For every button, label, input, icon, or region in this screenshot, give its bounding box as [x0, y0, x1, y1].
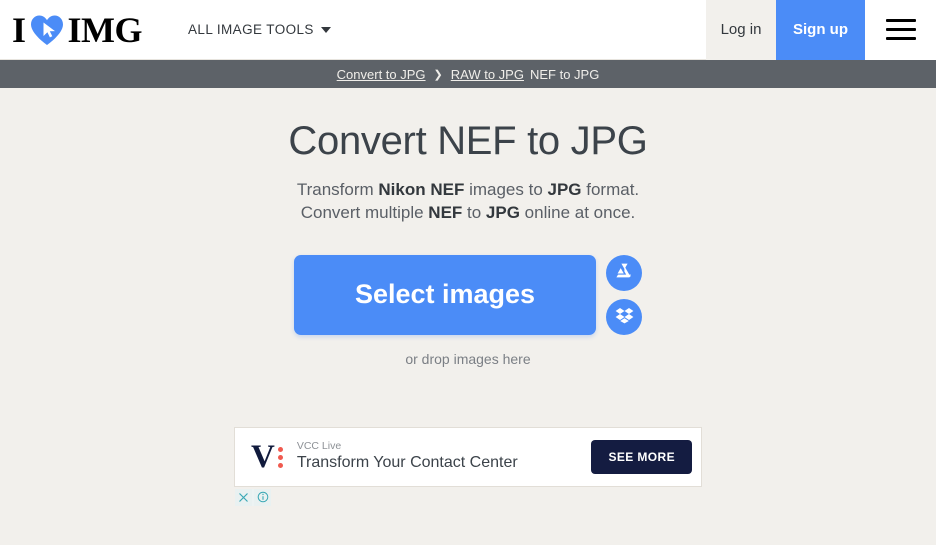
all-image-tools-label: ALL IMAGE TOOLS — [188, 22, 314, 37]
hamburger-menu-icon[interactable] — [865, 0, 936, 60]
google-drive-icon — [615, 263, 634, 283]
ad-headline: Transform Your Contact Center — [296, 454, 518, 472]
breadcrumb-item-raw-to-jpg[interactable]: RAW to JPG — [451, 67, 524, 82]
breadcrumb-separator-icon: ❯ — [433, 68, 443, 81]
burger-bar — [885, 19, 916, 22]
subtitle-l2-strong1: NEF — [428, 202, 463, 222]
ad-logo-dots — [277, 443, 283, 468]
subtitle-l1-part2: images to — [464, 180, 548, 199]
breadcrumb-item-nef-to-jpg: NEF to JPG — [529, 66, 600, 82]
drop-images-hint: or drop images here — [405, 350, 531, 367]
ad-brand-name: VCC Live — [296, 439, 342, 452]
site-header: I IMG ALL IMAGE TOOLS Log in Sign up — [0, 0, 936, 60]
burger-bar — [885, 28, 916, 31]
cloud-upload-buttons — [606, 254, 642, 335]
burger-bar — [885, 37, 916, 40]
signup-button[interactable]: Sign up — [776, 0, 865, 60]
upload-area: Select images — [0, 254, 936, 335]
subtitle-l1-part3: format. — [581, 180, 640, 199]
select-images-button[interactable]: Select images — [294, 254, 596, 335]
google-drive-upload-button[interactable] — [606, 254, 642, 291]
subtitle-l2-part1: Convert multiple — [300, 202, 429, 222]
ad-logo-dot — [277, 462, 283, 468]
page-title: Convert NEF to JPG — [288, 119, 648, 163]
logo-text-left: I — [12, 9, 26, 50]
subtitle-l2-part2: to — [462, 202, 486, 222]
chevron-down-icon — [320, 26, 331, 33]
advertisement-container: V VCC Live Transform Your Contact Center… — [0, 426, 936, 506]
all-image-tools-menu[interactable]: ALL IMAGE TOOLS — [186, 0, 333, 60]
header-actions: Log in Sign up — [706, 0, 936, 60]
logo-home-link[interactable]: I IMG — [12, 0, 143, 60]
main-content: Convert NEF to JPG Transform Nikon NEF i… — [0, 88, 936, 506]
subtitle-l1-part1: Transform — [296, 180, 379, 199]
heart-cursor-icon — [30, 14, 64, 46]
ad-logo-dot — [277, 454, 283, 460]
ad-logo-letter: V — [251, 438, 275, 475]
breadcrumb-item-convert-to-jpg[interactable]: Convert to JPG — [337, 67, 426, 82]
page-subtitle: Transform Nikon NEF images to JPG format… — [0, 179, 936, 225]
logo-text-right: IMG — [67, 9, 143, 50]
subtitle-line-2: Convert multiple NEF to JPG online at on… — [0, 202, 936, 225]
ad-see-more-button[interactable]: SEE MORE — [591, 439, 692, 474]
subtitle-l1-strong2: JPG — [547, 180, 582, 199]
dropbox-icon — [615, 307, 634, 327]
ad-logo-dot — [277, 446, 283, 452]
ad-text-block: VCC Live Transform Your Contact Center — [297, 440, 592, 474]
info-icon[interactable] — [254, 488, 271, 506]
vcc-live-logo-icon: V — [251, 438, 283, 475]
subtitle-line-1: Transform Nikon NEF images to JPG format… — [0, 179, 936, 202]
ad-controls — [235, 488, 271, 506]
breadcrumb: Convert to JPG ❯ RAW to JPG NEF to JPG — [0, 60, 936, 88]
subtitle-l1-strong1: Nikon NEF — [378, 180, 465, 199]
login-button[interactable]: Log in — [706, 0, 776, 60]
subtitle-l2-strong2: JPG — [485, 202, 520, 222]
subtitle-l2-part3: online at once. — [519, 202, 636, 222]
close-icon[interactable] — [235, 488, 252, 506]
dropbox-upload-button[interactable] — [606, 298, 642, 335]
advertisement-banner[interactable]: V VCC Live Transform Your Contact Center… — [234, 426, 702, 506]
